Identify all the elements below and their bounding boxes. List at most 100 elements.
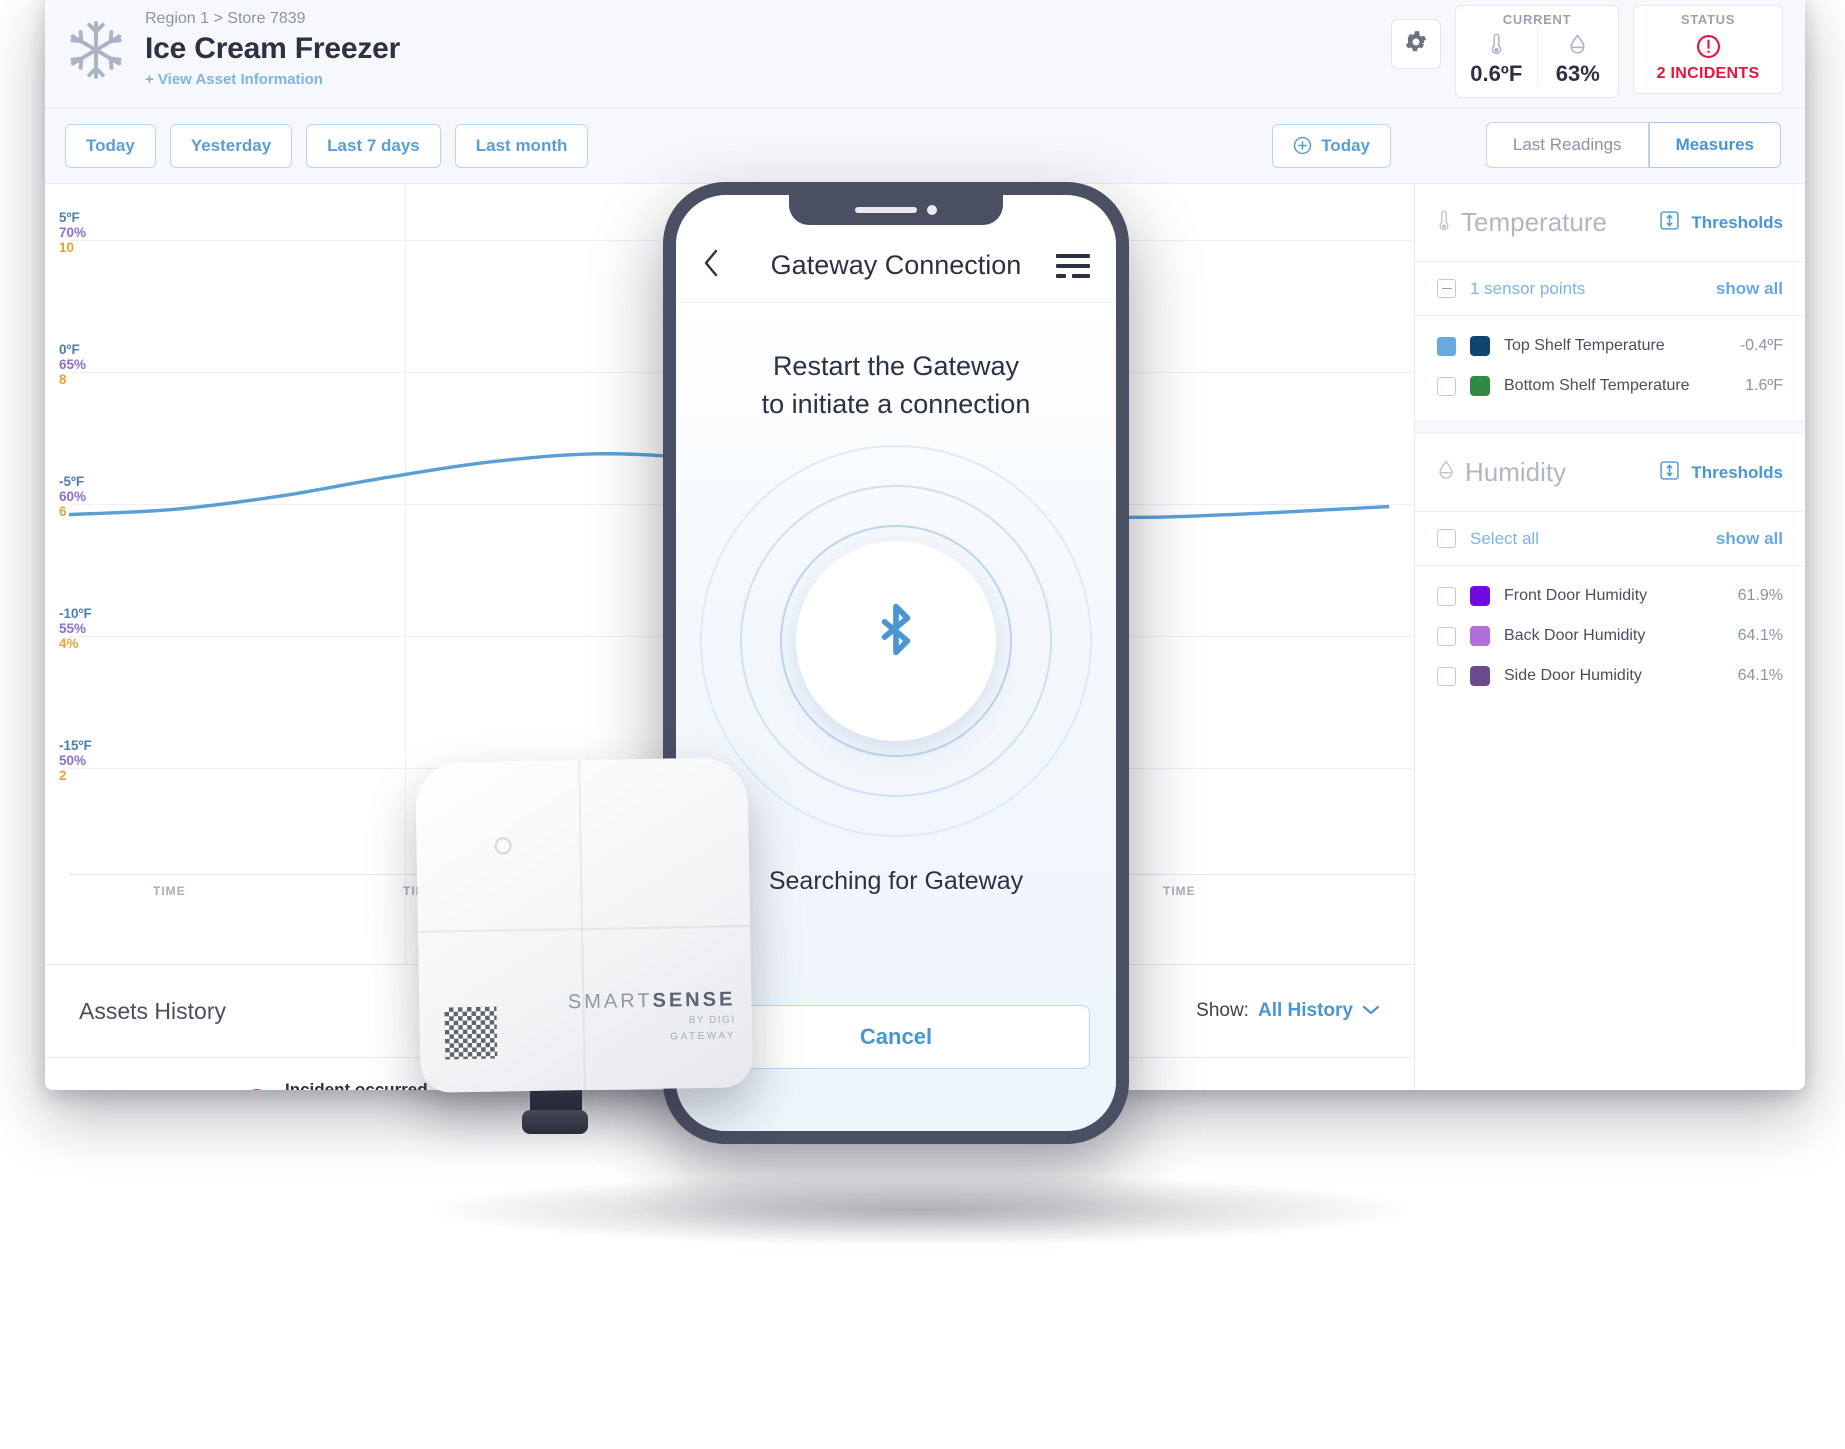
current-humidity-col: 63%	[1536, 27, 1619, 87]
temperature-group-label[interactable]: 1 sensor points	[1470, 279, 1585, 299]
sensor-name: Back Door Humidity	[1504, 627, 1646, 644]
history-filter[interactable]: Show: All History	[1196, 1000, 1380, 1022]
phone-heading-line2: to initiate a connection	[761, 389, 1031, 419]
view-asset-information-link[interactable]: + View Asset Information	[145, 70, 400, 90]
speaker-icon	[855, 207, 917, 213]
show-value: All History	[1257, 1000, 1353, 1021]
tab-measures[interactable]: Measures	[1648, 122, 1781, 168]
show-label: Show:	[1196, 1000, 1249, 1021]
humidity-group-label[interactable]: Select all	[1470, 529, 1539, 549]
brand-bold: SENSE	[652, 988, 736, 1012]
gateway-seam-horizontal	[418, 925, 751, 933]
hamburger-menu-icon[interactable]	[1056, 253, 1090, 278]
breadcrumb: Region 1 > Store 7839	[145, 10, 306, 27]
sensor-value: 64.1%	[1737, 667, 1783, 684]
humidity-group-row: Select all show all	[1415, 512, 1805, 566]
phone-heading: Restart the Gateway to initiate a connec…	[762, 347, 1031, 423]
series-color-swatch	[1470, 666, 1490, 686]
current-label: CURRENT	[1502, 12, 1572, 27]
gear-icon	[1403, 29, 1429, 60]
list-item[interactable]: Top Shelf Temperature -0.4ºF	[1415, 326, 1805, 366]
series-color-swatch	[1470, 626, 1490, 646]
status-label: STATUS	[1680, 12, 1736, 27]
humidity-thresholds-button[interactable]: Thresholds	[1658, 459, 1783, 487]
brand-sub: BY DIGI	[688, 1014, 736, 1027]
temperature-group-checkbox[interactable]	[1437, 279, 1456, 298]
sensor-name: Bottom Shelf Temperature	[1504, 377, 1690, 394]
sensor-checkbox-back-door[interactable]	[1437, 626, 1456, 646]
history-text: Incident occurred Incident details	[285, 1079, 428, 1091]
sensor-checkbox-bottom-shelf[interactable]	[1437, 376, 1456, 396]
gateway-stem-base	[522, 1110, 588, 1134]
thresholds-label: Thresholds	[1691, 212, 1783, 232]
brand-type: GATEWAY	[670, 1030, 737, 1043]
measures-panel: Temperature Thresholds 1 sensor points s…	[1415, 184, 1805, 1090]
range-button-last-7-days[interactable]: Last 7 days	[306, 123, 441, 168]
series-color-swatch	[1470, 336, 1490, 356]
bluetooth-icon	[869, 599, 923, 684]
phone-heading-line1: Restart the Gateway	[772, 351, 1020, 381]
sensor-checkbox-top-shelf[interactable]	[1437, 336, 1456, 356]
gateway-body: SMARTSENSE BY DIGI GATEWAY	[415, 757, 753, 1093]
temperature-section-header: Temperature Thresholds	[1415, 184, 1805, 262]
page-title: Ice Cream Freezer	[145, 32, 401, 65]
radar-core	[796, 541, 996, 741]
temperature-thresholds-button[interactable]: Thresholds	[1658, 209, 1783, 237]
sensor-checkbox-front-door[interactable]	[1437, 586, 1456, 606]
temperature-show-all-link[interactable]: show all	[1716, 279, 1783, 299]
sensor-name: Side Door Humidity	[1504, 667, 1642, 684]
range-button-today[interactable]: Today	[65, 123, 156, 168]
range-button-yesterday[interactable]: Yesterday	[169, 123, 293, 168]
sensor-checkbox-side-door[interactable]	[1437, 666, 1456, 686]
status-led-icon	[494, 837, 512, 855]
current-humidity-value: 63%	[1555, 61, 1600, 86]
asset-info-block: Region 1 > Store 7839 Ice Cream Freezer …	[145, 9, 400, 90]
settings-button[interactable]	[1391, 19, 1441, 69]
brand-primary: SMART	[567, 989, 653, 1014]
gateway-branding: SMARTSENSE BY DIGI GATEWAY	[568, 988, 736, 1044]
gateway-device-photo: SMARTSENSE BY DIGI GATEWAY	[415, 757, 763, 1140]
range-button-last-month[interactable]: Last month	[454, 123, 589, 168]
list-item[interactable]: Side Door Humidity 64.1%	[1415, 656, 1805, 696]
humidity-show-all-link[interactable]: show all	[1716, 529, 1783, 549]
sensor-value: 1.6ºF	[1745, 377, 1783, 394]
tab-last-readings[interactable]: Last Readings	[1485, 122, 1649, 168]
phone-notch	[789, 195, 1003, 225]
qr-code-icon	[444, 1006, 498, 1060]
list-item[interactable]: Bottom Shelf Temperature 1.6ºF	[1415, 366, 1805, 406]
droplet-icon	[1548, 31, 1609, 57]
current-readings-card: CURRENT 0.6ºF 63%	[1455, 5, 1619, 98]
thresholds-icon	[1658, 209, 1681, 237]
chart-toolbar: Today Yesterday Last 7 days Last month T…	[45, 108, 1805, 184]
list-item[interactable]: Front Door Humidity 61.9%	[1415, 576, 1805, 616]
series-color-swatch	[1470, 586, 1490, 606]
chevron-down-icon	[1362, 1000, 1380, 1022]
dashboard-header: Region 1 > Store 7839 Ice Cream Freezer …	[45, 0, 1805, 108]
back-chevron-icon[interactable]	[702, 247, 736, 284]
status-badge: 2 INCIDENTS	[1656, 65, 1760, 82]
plus-circle-icon	[1293, 136, 1312, 155]
history-title: Incident occurred	[285, 1079, 428, 1091]
sensor-value: -0.4ºF	[1739, 337, 1783, 354]
measures-tabs: Last Readings Measures	[1485, 122, 1781, 168]
x-tick-label: TIME	[153, 884, 186, 898]
snowflake-icon	[65, 19, 127, 81]
section-divider	[1415, 420, 1805, 434]
header-right-group: CURRENT 0.6ºF 63% STATUS 2 INCIDENTS	[1391, 1, 1783, 98]
alert-circle-icon	[229, 1087, 285, 1090]
humidity-select-all-checkbox[interactable]	[1437, 529, 1456, 548]
humidity-section-header: Humidity Thresholds	[1415, 434, 1805, 512]
current-temperature-value: 0.6ºF	[1470, 61, 1523, 86]
temperature-group-row: 1 sensor points show all	[1415, 262, 1805, 316]
phone-title: Gateway Connection	[770, 250, 1022, 280]
thermometer-icon	[1437, 209, 1451, 237]
sensor-value: 61.9%	[1737, 587, 1783, 604]
humidity-title: Humidity	[1465, 457, 1567, 487]
thresholds-icon	[1658, 459, 1681, 487]
temperature-title: Temperature	[1461, 207, 1607, 237]
add-today-button[interactable]: Today	[1272, 123, 1391, 168]
sensor-value: 64.1%	[1737, 627, 1783, 644]
floor-shadow	[430, 1175, 1410, 1245]
phone-status-text: Searching for Gateway	[768, 867, 1024, 895]
list-item[interactable]: Back Door Humidity 64.1%	[1415, 616, 1805, 656]
